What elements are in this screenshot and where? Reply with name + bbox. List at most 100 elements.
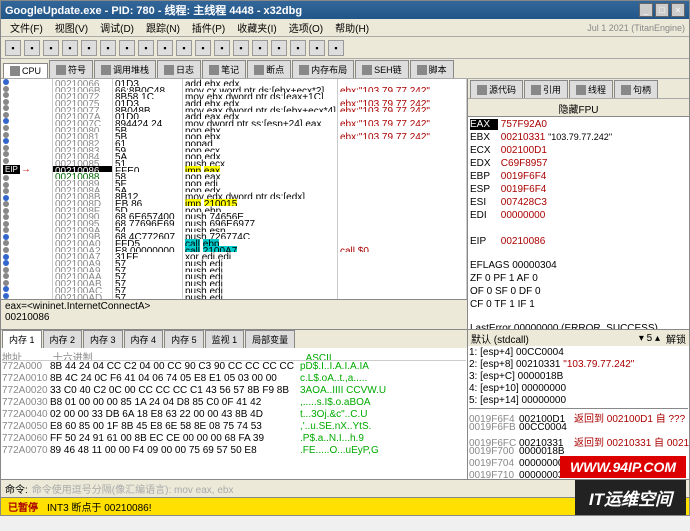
addr-cell[interactable]: 002100A7 xyxy=(53,252,112,259)
addr-cell[interactable]: 00210080 xyxy=(53,126,112,133)
breakpoint-dot[interactable] xyxy=(3,92,9,98)
breakpoint-dot[interactable] xyxy=(3,125,9,131)
dump-row[interactable]: 772A0060FF 50 24 91 61 00 8B EC CE 00 00… xyxy=(2,433,466,445)
dump-body[interactable]: 地址 十六进制 ASCII 772A0008B 44 24 04 CC C2 0… xyxy=(1,348,467,479)
tab-flag[interactable]: 符号 xyxy=(49,60,93,78)
breakpoint-dot[interactable] xyxy=(3,234,9,240)
addr-cell[interactable]: 00210072 xyxy=(53,92,112,99)
stop-icon[interactable]: ▪ xyxy=(62,40,78,56)
breakpoint-dot[interactable] xyxy=(3,118,9,124)
tab-src[interactable]: 源代码 xyxy=(470,80,523,98)
addr-cell[interactable]: 0021008B xyxy=(53,192,112,199)
refresh-icon[interactable]: ▪ xyxy=(81,40,97,56)
tab-stack[interactable]: 调用堆栈 xyxy=(94,60,156,78)
menu-item[interactable]: 文件(F) xyxy=(5,19,48,36)
maximize-button[interactable]: □ xyxy=(655,3,669,17)
addr-cell[interactable]: 00210086 xyxy=(53,166,112,173)
breakpoint-dot[interactable] xyxy=(3,280,9,286)
tab-handle[interactable]: 句柄 xyxy=(614,80,658,98)
addr-cell[interactable]: 002100AA xyxy=(53,272,112,279)
addr-cell[interactable]: 00210090 xyxy=(53,212,112,219)
addr-cell[interactable]: 0021007C xyxy=(53,119,112,126)
breakpoint-dot[interactable] xyxy=(3,151,9,157)
breakpoint-dot[interactable] xyxy=(3,201,9,207)
menu-item[interactable]: 收藏夹(I) xyxy=(232,19,281,36)
breakpoint-dot[interactable] xyxy=(3,267,9,273)
addr-cell[interactable]: 0021009A xyxy=(53,226,112,233)
breakpoint-dot[interactable] xyxy=(3,105,9,111)
tab-log[interactable]: 日志 xyxy=(157,60,201,78)
addr-cell[interactable]: 0021008F xyxy=(53,206,112,213)
addr-cell[interactable]: 00210075 xyxy=(53,99,112,106)
breakpoint-dot[interactable] xyxy=(3,260,9,266)
menu-item[interactable]: 跟踪(N) xyxy=(141,19,185,36)
dump-row[interactable]: 772A004002 00 00 33 DB 6A 18 E8 63 22 00… xyxy=(2,409,466,421)
breakpoint-dot[interactable] xyxy=(3,227,9,233)
breakpoint-dot[interactable] xyxy=(3,99,9,105)
run-to-icon[interactable]: ▪ xyxy=(176,40,192,56)
breakpoint-dot[interactable] xyxy=(3,208,9,214)
addr-cell[interactable]: 00210089 xyxy=(53,179,112,186)
calling-convention[interactable]: 默认 (stdcall) xyxy=(471,331,529,346)
A-icon-icon[interactable]: ▪ xyxy=(290,40,306,56)
menu-item[interactable]: 选项(O) xyxy=(284,19,328,36)
breakpoint-dot[interactable] xyxy=(3,182,9,188)
addr-cell[interactable]: 002100A2 xyxy=(53,246,112,253)
tab-note[interactable]: 笔记 xyxy=(202,60,246,78)
tab-bp[interactable]: 断点 xyxy=(247,60,291,78)
breakpoint-dot[interactable] xyxy=(3,112,9,118)
dump-tab[interactable]: 内存 5 xyxy=(164,330,204,348)
dump-tab[interactable]: 局部变量 xyxy=(245,330,295,348)
register-row[interactable]: EBX 00210331 "103.79.77.242" xyxy=(470,132,687,145)
tab-cpu[interactable]: CPU xyxy=(3,63,48,78)
dump-row[interactable]: 772A007089 46 48 11 00 00 F4 09 00 00 75… xyxy=(2,445,466,457)
register-row[interactable] xyxy=(470,223,687,236)
hash-icon[interactable]: ▪ xyxy=(214,40,230,56)
register-row[interactable]: EBP 0019F6F4 xyxy=(470,171,687,184)
addr-cell[interactable]: 00210095 xyxy=(53,219,112,226)
breakpoint-dot[interactable] xyxy=(3,145,9,151)
dump-tab[interactable]: 内存 1 xyxy=(2,330,42,348)
breakpoint-dot[interactable] xyxy=(3,240,9,246)
unlock-button[interactable]: 解锁 xyxy=(666,331,686,346)
step-over-icon[interactable]: ▪ xyxy=(138,40,154,56)
menu-item[interactable]: 调试(D) xyxy=(95,19,139,36)
fx-icon[interactable]: ▪ xyxy=(252,40,268,56)
menu-item[interactable]: 插件(P) xyxy=(187,19,230,36)
addr-cell[interactable]: 00210088 xyxy=(53,172,112,179)
breakpoint-dot[interactable] xyxy=(3,293,9,299)
addr-cell[interactable]: 002100A9 xyxy=(53,259,112,266)
addr-cell[interactable]: 002100A0 xyxy=(53,239,112,246)
dump-tab[interactable]: 内存 4 xyxy=(124,330,164,348)
register-row[interactable]: ESP 0019F6F4 xyxy=(470,184,687,197)
breakpoint-dot[interactable] xyxy=(3,254,9,260)
dump-row[interactable]: 772A0008B 44 24 04 CC C2 04 00 CC 90 C3 … xyxy=(2,361,466,373)
stack-arg[interactable]: 1: [esp+4] 00CC0004 xyxy=(469,347,688,359)
register-row[interactable]: EDX C69F8957 xyxy=(470,158,687,171)
addr-cell[interactable]: 002100AB xyxy=(53,279,112,286)
tab-mem[interactable]: 内存布局 xyxy=(292,60,354,78)
dump-tab[interactable]: 内存 2 xyxy=(43,330,83,348)
close-button[interactable]: × xyxy=(671,3,685,17)
arrow-icon[interactable]: ▪ xyxy=(100,40,116,56)
menu-item[interactable]: 帮助(H) xyxy=(330,19,374,36)
register-pane[interactable]: EAX 757F92A0 EBX 00210331 "103.79.77.242… xyxy=(468,117,689,329)
register-row[interactable]: EAX 757F92A0 xyxy=(470,119,687,132)
breakpoint-dot[interactable] xyxy=(3,79,9,85)
dump-row[interactable]: 772A0030B8 01 00 00 00 85 1A 24 04 D8 85… xyxy=(2,397,466,409)
breakpoint-dot[interactable] xyxy=(3,247,9,253)
addr-cell[interactable]: 002100A9 xyxy=(53,266,112,273)
addr-cell[interactable]: 002100AC xyxy=(53,286,112,293)
menu-item[interactable]: 视图(V) xyxy=(50,19,93,36)
tab-thread[interactable]: 线程 xyxy=(569,80,613,98)
breakpoint-dot[interactable] xyxy=(3,286,9,292)
goto-icon[interactable]: ▪ xyxy=(195,40,211,56)
dump-tab[interactable]: 监视 1 xyxy=(205,330,245,348)
breakpoint-dot[interactable] xyxy=(3,158,9,164)
breakpoint-dot[interactable] xyxy=(3,214,9,220)
breakpoint-dot[interactable] xyxy=(3,138,9,144)
breakpoint-dot[interactable] xyxy=(3,175,9,181)
breakpoint-dot[interactable] xyxy=(3,221,9,227)
stack-row[interactable]: 0019F6FC00210331返回到 00210331 自 0021008A xyxy=(469,434,688,446)
step-in-icon[interactable]: ▪ xyxy=(119,40,135,56)
